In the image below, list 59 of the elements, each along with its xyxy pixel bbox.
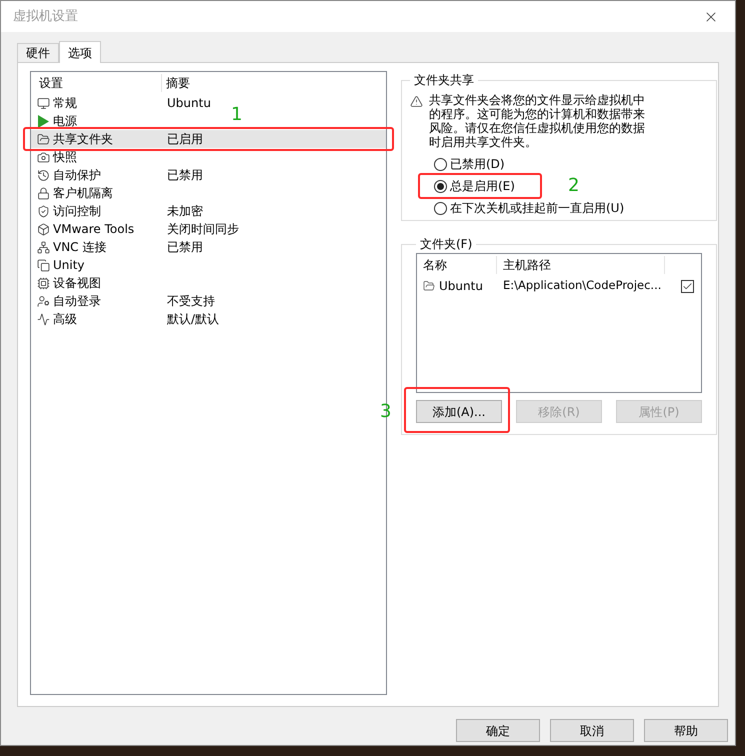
- network-icon: [37, 240, 50, 254]
- warning-text: 共享文件夹会将您的文件显示给虚拟机中的程序。这可能为您的计算机和数据带来风险。请仅在您信任虚拟机使用您的数据时启用共享文件夹。: [429, 93, 646, 149]
- setting-summary: 默认/默认: [167, 311, 220, 328]
- folder-icon: [423, 280, 435, 292]
- checkbox[interactable]: [681, 280, 694, 292]
- setting-name[interactable]: Unity: [53, 256, 167, 274]
- dialog-button[interactable]: 取消: [550, 719, 634, 742]
- column-header: 摘要: [165, 75, 190, 92]
- setting-name[interactable]: VMware Tools: [53, 220, 167, 238]
- radio-option[interactable]: 已禁用(D): [434, 155, 505, 173]
- tab[interactable]: 硬件: [17, 43, 59, 62]
- dialog-button[interactable]: 确定: [456, 719, 540, 742]
- setting-name[interactable]: 设备视图: [53, 274, 167, 292]
- dialog-button[interactable]: 帮助: [644, 719, 728, 742]
- setting-summary: 已禁用: [167, 239, 203, 256]
- windows-icon: [37, 258, 50, 272]
- box-icon: [37, 222, 50, 236]
- camera-icon: [37, 150, 50, 164]
- radio-option[interactable]: 在下次关机或挂起前一直启用(U): [434, 199, 624, 217]
- setting-name[interactable]: VNC 连接: [53, 238, 167, 256]
- setting-name[interactable]: 快照: [53, 148, 167, 166]
- lock-icon: [37, 186, 50, 200]
- column-header: 名称: [417, 256, 497, 274]
- shield-icon: [37, 204, 50, 218]
- window-title: 虚拟机设置: [13, 8, 78, 26]
- folder-path: E:\Application\CodeProjec...: [503, 277, 662, 294]
- setting-name[interactable]: 高级: [53, 310, 167, 328]
- annotation-number: 2: [568, 177, 580, 195]
- folder-button[interactable]: 添加(A)...: [416, 400, 502, 423]
- setting-name[interactable]: 自动保护: [53, 166, 167, 184]
- monitor-icon: [37, 96, 50, 110]
- setting-name[interactable]: 共享文件夹: [53, 130, 167, 148]
- column-header: 设置: [31, 74, 162, 92]
- folder-name: Ubuntu: [439, 278, 484, 295]
- setting-name[interactable]: 电源: [53, 112, 167, 130]
- warning-icon: [410, 95, 423, 108]
- tab[interactable]: 选项: [59, 41, 101, 63]
- column-header: 主机路径: [497, 256, 665, 274]
- setting-name[interactable]: 自动登录: [53, 292, 167, 310]
- user-icon: [37, 294, 50, 308]
- setting-summary: Ubuntu: [167, 95, 211, 112]
- setting-summary: 不受支持: [167, 293, 215, 310]
- annotation-number: 1: [231, 106, 242, 124]
- play-icon: [37, 114, 49, 128]
- device-icon: [37, 276, 50, 290]
- group-title: 文件夹(F): [419, 236, 474, 253]
- radio-option[interactable]: 总是启用(E): [434, 177, 515, 195]
- group-title: 文件夹共享: [413, 72, 475, 89]
- setting-summary: 已启用: [167, 131, 203, 148]
- setting-summary: 关闭时间同步: [167, 221, 239, 238]
- setting-name[interactable]: 常规: [53, 94, 167, 112]
- setting-summary: 未加密: [167, 203, 203, 220]
- setting-name[interactable]: 访问控制: [53, 202, 167, 220]
- annotation-number: 3: [380, 403, 392, 421]
- pulse-icon: [37, 312, 50, 326]
- setting-name[interactable]: 客户机隔离: [53, 184, 167, 202]
- setting-summary: 已禁用: [167, 167, 203, 184]
- folder-icon: [37, 132, 50, 146]
- clock-icon: [37, 168, 50, 182]
